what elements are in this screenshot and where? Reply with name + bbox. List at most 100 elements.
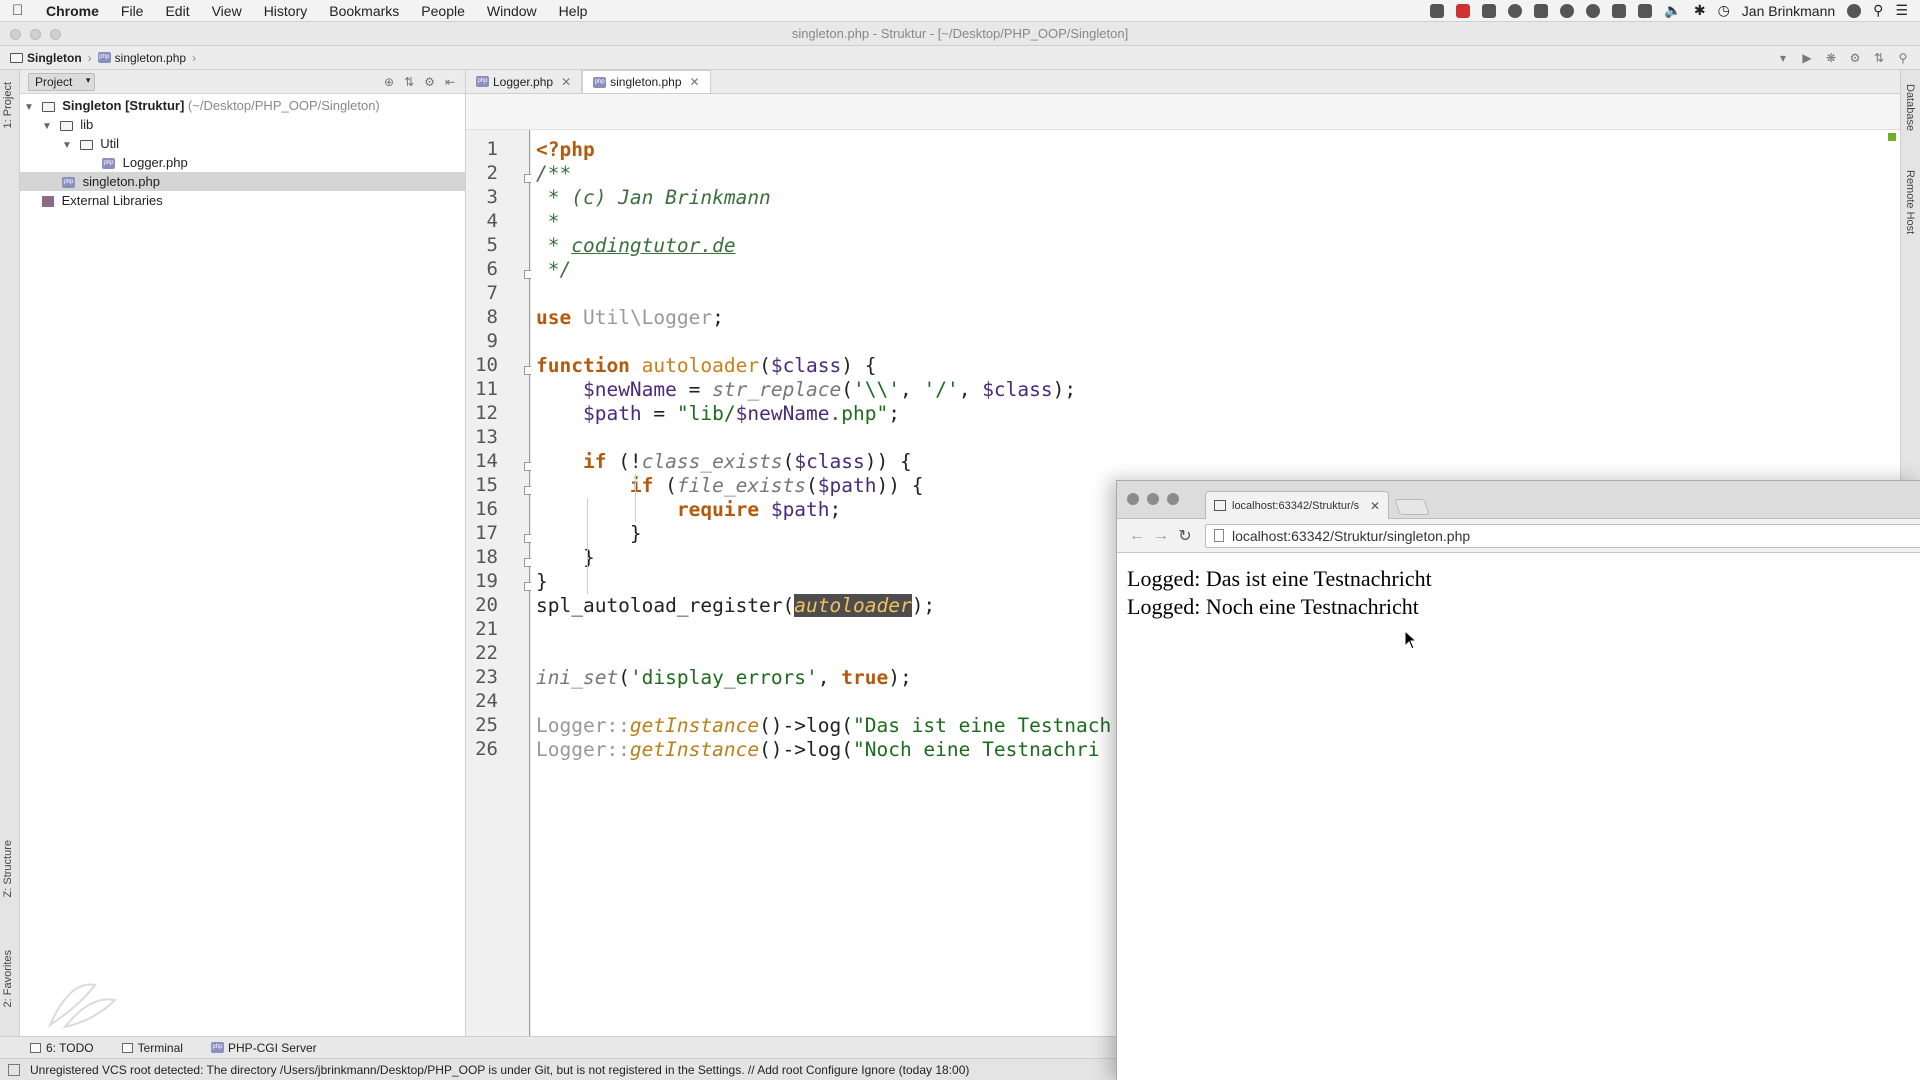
- line-number: 23: [475, 666, 498, 688]
- volume-icon[interactable]: 🔈: [1664, 2, 1681, 19]
- tool-tab-favorites[interactable]: 2: Favorites: [2, 950, 14, 1007]
- back-arrow-icon[interactable]: ←: [1125, 527, 1149, 545]
- vcs-icon[interactable]: ⇅: [1872, 51, 1886, 65]
- code-line: Logger::getInstance()->log("Noch eine Te…: [536, 738, 1100, 761]
- tool-tab-database[interactable]: Database: [1904, 84, 1916, 131]
- tray-dropbox-icon[interactable]: [1612, 3, 1627, 18]
- close-icon[interactable]: ✕: [690, 75, 700, 89]
- code-line: $path = "lib/$newName.php";: [582, 402, 900, 425]
- menu-window[interactable]: Window: [487, 3, 537, 19]
- php-file-icon: php: [593, 76, 607, 88]
- breadcrumb-file[interactable]: singleton.php: [115, 51, 186, 65]
- code-line: }: [536, 546, 595, 569]
- code-line: * codingtutor.de: [536, 234, 736, 257]
- user-name[interactable]: Jan Brinkmann: [1742, 3, 1835, 19]
- bluetooth-icon[interactable]: ✱: [1694, 2, 1706, 19]
- forward-arrow-icon[interactable]: →: [1149, 527, 1173, 545]
- breadcrumb-chevron-icon: ›: [87, 50, 92, 65]
- tray-app-icon[interactable]: [1430, 3, 1445, 18]
- tray-cloud-icon[interactable]: [1586, 3, 1601, 18]
- reload-icon[interactable]: ↻: [1173, 526, 1197, 546]
- event-log-icon[interactable]: [8, 1063, 20, 1076]
- indent-guide: [587, 498, 588, 594]
- window-zoom-button[interactable]: [50, 29, 61, 40]
- notification-center-icon[interactable]: ☰: [1895, 2, 1908, 19]
- menu-app-chrome[interactable]: Chrome: [46, 3, 99, 19]
- menu-history[interactable]: History: [264, 3, 308, 19]
- apple-icon[interactable]: : [12, 2, 28, 19]
- tray-evernote-icon[interactable]: [1534, 3, 1549, 18]
- line-number: 4: [486, 210, 498, 232]
- hide-panel-icon[interactable]: ⇤: [445, 75, 455, 89]
- php-file-icon: php: [102, 158, 115, 170]
- window-minimize-button[interactable]: [1147, 493, 1159, 505]
- debug-icon[interactable]: ❋: [1824, 51, 1838, 65]
- tree-item-label: singleton.php: [82, 174, 160, 189]
- code-line: Logger::getInstance()->log("Das ist eine…: [536, 714, 1112, 737]
- line-number: 10: [475, 354, 498, 376]
- code-line: spl_autoload_register(autoloader);: [536, 594, 936, 617]
- code-line: use Util\Logger;: [536, 306, 724, 329]
- window-close-button[interactable]: [10, 29, 21, 40]
- tree-item-singleton-php[interactable]: php singleton.php: [20, 172, 465, 191]
- line-number: 18: [475, 546, 498, 568]
- search-everywhere-icon[interactable]: ⚲: [1896, 51, 1910, 65]
- tray-record-icon[interactable]: [1456, 3, 1471, 18]
- new-tab-button[interactable]: [1394, 499, 1430, 515]
- coverage-icon[interactable]: ⚙: [1848, 51, 1862, 65]
- tool-tab-terminal[interactable]: Terminal: [121, 1040, 183, 1055]
- tool-tab-todo[interactable]: 6: TODO: [30, 1041, 94, 1055]
- tray-user-icon[interactable]: [1847, 3, 1862, 18]
- tree-item-lib[interactable]: ▼ lib: [20, 115, 465, 134]
- line-number: 2: [486, 162, 498, 184]
- window-zoom-button[interactable]: [1167, 493, 1179, 505]
- close-icon[interactable]: ✕: [561, 75, 571, 89]
- tree-item-util[interactable]: ▼ Util: [20, 134, 465, 153]
- tool-tab-php-cgi-server[interactable]: php PHP-CGI Server: [210, 1041, 317, 1055]
- window-minimize-button[interactable]: [30, 29, 41, 40]
- tray-1password-icon[interactable]: [1508, 3, 1523, 18]
- menu-view[interactable]: View: [212, 3, 242, 19]
- tray-plus-icon[interactable]: [1638, 3, 1653, 18]
- spotlight-search-icon[interactable]: ⚲: [1873, 2, 1883, 19]
- window-close-button[interactable]: [1127, 493, 1139, 505]
- project-view-label: Project: [35, 74, 73, 89]
- tab-label: Logger.php: [493, 74, 554, 89]
- gear-icon[interactable]: ⚙: [424, 75, 435, 89]
- tool-tab-label: Terminal: [137, 1040, 183, 1055]
- chrome-tab-strip: localhost:63342/Struktur/s ✕: [1117, 481, 1920, 519]
- tray-sync-icon[interactable]: [1560, 3, 1575, 18]
- menu-edit[interactable]: Edit: [165, 3, 189, 19]
- tool-tab-project[interactable]: 1: Project: [2, 82, 14, 128]
- close-icon[interactable]: ✕: [1370, 499, 1380, 513]
- menu-help[interactable]: Help: [559, 3, 588, 19]
- tree-item-project-root[interactable]: ▼ Singleton [Struktur] (~/Desktop/PHP_OO…: [20, 96, 465, 115]
- tool-tab-structure[interactable]: Z: Structure: [2, 840, 14, 897]
- tab-logger-php[interactable]: php Logger.php ✕: [466, 70, 583, 93]
- line-number: 21: [475, 618, 498, 640]
- menu-bookmarks[interactable]: Bookmarks: [329, 3, 399, 19]
- scroll-from-source-icon[interactable]: ⊕: [384, 75, 394, 89]
- project-view-dropdown[interactable]: Project ▾: [28, 72, 96, 91]
- line-number: 26: [475, 738, 498, 760]
- collapse-all-icon[interactable]: ⇅: [404, 75, 414, 89]
- run-icon[interactable]: ▶: [1800, 51, 1814, 65]
- run-config-dropdown-icon[interactable]: ▾: [1776, 51, 1790, 65]
- status-message[interactable]: Unregistered VCS root detected: The dire…: [30, 1063, 969, 1077]
- time-machine-icon[interactable]: ◷: [1718, 2, 1730, 19]
- ide-navigation-bar: Singleton › php singleton.php › ▾ ▶ ❋ ⚙ …: [0, 46, 1920, 70]
- tab-singleton-php[interactable]: php singleton.php ✕: [582, 70, 711, 93]
- line-number: 1: [486, 138, 498, 160]
- line-number: 15: [475, 474, 498, 496]
- menu-people[interactable]: People: [421, 3, 465, 19]
- breadcrumb-project[interactable]: Singleton: [27, 51, 82, 65]
- tool-tab-remote-host[interactable]: Remote Host: [1904, 170, 1916, 234]
- tree-item-external-libraries[interactable]: External Libraries: [20, 191, 465, 210]
- address-bar[interactable]: localhost:63342/Struktur/singleton.php: [1205, 523, 1920, 548]
- breadcrumb-chevron-icon: ›: [192, 50, 197, 65]
- tray-bookmark-icon[interactable]: [1482, 3, 1497, 18]
- menu-file[interactable]: File: [121, 3, 144, 19]
- tree-item-logger-php[interactable]: php Logger.php: [20, 153, 465, 172]
- run-toolbar: ▾ ▶ ❋ ⚙ ⇅ ⚲: [1776, 51, 1920, 65]
- browser-tab[interactable]: localhost:63342/Struktur/s ✕: [1205, 491, 1389, 519]
